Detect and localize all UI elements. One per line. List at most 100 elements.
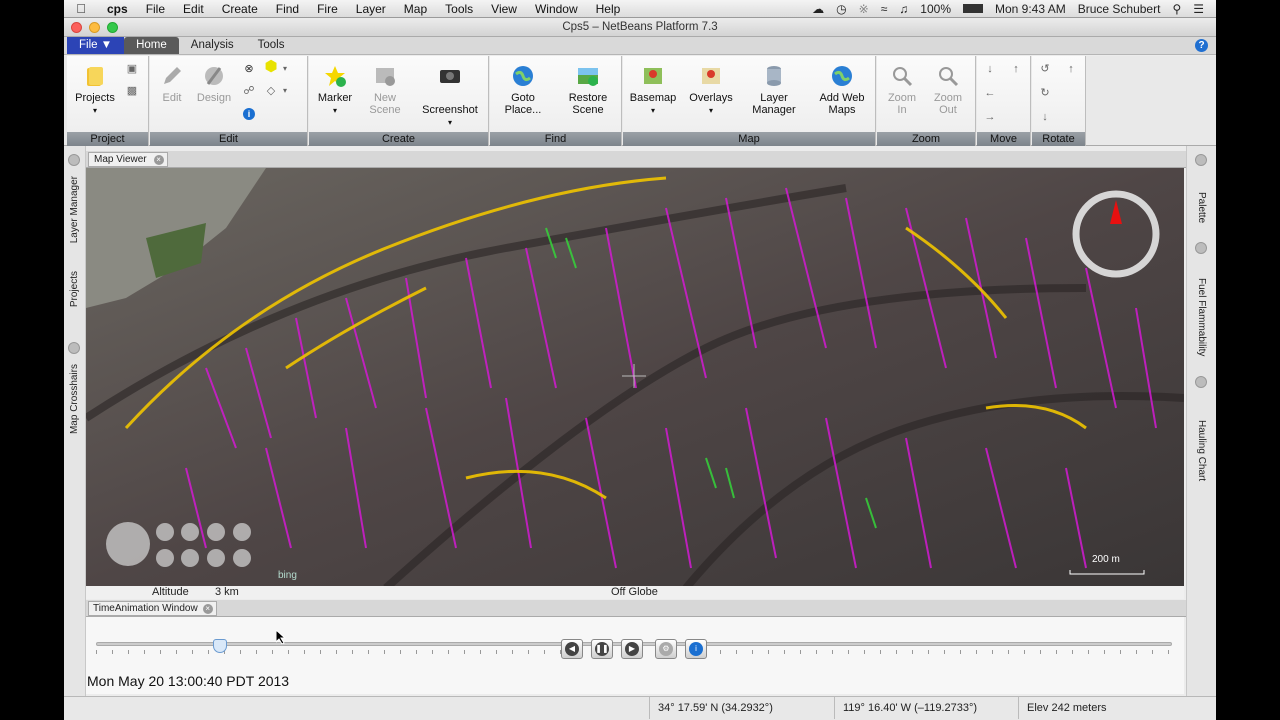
new-scene-label-1: New [373, 92, 396, 104]
rotate-ccw-icon[interactable]: ↺ [1038, 62, 1052, 76]
menu-file[interactable]: File [137, 2, 174, 16]
tab-map-viewer[interactable]: Map Viewer × [88, 152, 168, 167]
tab-analysis[interactable]: Analysis [179, 37, 246, 54]
outline-dropdown-icon[interactable]: ▾ [278, 84, 292, 98]
tab-tools[interactable]: Tools [246, 37, 297, 54]
menu-view[interactable]: View [482, 2, 526, 16]
bluetooth-icon[interactable]: ※ [859, 2, 869, 16]
slider-thumb[interactable] [212, 639, 227, 653]
settings-button[interactable]: ⚙ [655, 639, 677, 659]
spotlight-search-icon[interactable]: ⚲ [1172, 2, 1181, 16]
move-down-arrow-icon[interactable]: ↓ [983, 62, 997, 76]
menu-fire[interactable]: Fire [308, 2, 347, 16]
palette-rail-label: Palette [1196, 192, 1207, 224]
hauling-chart-rail-tab[interactable]: Hauling Chart [1196, 420, 1207, 481]
apple-menu-icon[interactable]:  [64, 1, 98, 16]
altitude-value: 3 km [215, 586, 239, 598]
ribbon-group-map: Basemap ▾ Overlays ▾ Layer Manager Add Web M… [623, 56, 876, 146]
overlays-button[interactable]: Overlays ▾ [685, 64, 737, 117]
tilt-down-icon[interactable]: ↓ [1038, 110, 1052, 124]
menu-window[interactable]: Window [526, 2, 587, 16]
shape-dropdown-icon[interactable]: ▾ [278, 62, 292, 76]
palette-rail-tab[interactable]: Palette [1196, 192, 1207, 223]
step-forward-button[interactable]: ▶ [621, 639, 643, 659]
rail-minimize-icon-5[interactable] [1195, 376, 1207, 388]
notification-center-icon[interactable]: ☰ [1193, 2, 1204, 16]
menu-tools[interactable]: Tools [436, 2, 482, 16]
save-all-icon[interactable]: ▩ [125, 84, 139, 98]
menu-help[interactable]: Help [587, 2, 630, 16]
menubar-clock[interactable]: Mon 9:43 AM [995, 2, 1066, 16]
save-icon[interactable]: ▣ [125, 62, 139, 76]
ribbon-group-move-label: Move [977, 132, 1030, 146]
layer-manager-rail-tab[interactable]: Layer Manager [69, 176, 80, 243]
rail-minimize-icon-3[interactable] [1195, 154, 1207, 166]
close-window-button[interactable] [71, 22, 82, 33]
map-viewer[interactable]: 200 m bing [86, 168, 1184, 586]
step-back-button[interactable]: ◀ [561, 639, 583, 659]
layer-manager-button[interactable]: Layer Manager [747, 64, 801, 116]
basemap-label: Basemap [629, 92, 677, 104]
projects-button[interactable]: Projects ▾ [71, 64, 119, 117]
yellow-shape-icon[interactable]: ⬢ [264, 59, 278, 74]
rail-minimize-icon-4[interactable] [1195, 242, 1207, 254]
menu-edit[interactable]: Edit [174, 2, 213, 16]
web-globe-icon [832, 66, 852, 86]
app-menu[interactable]: cps [98, 2, 137, 16]
zoom-out-button[interactable]: Zoom Out [925, 64, 971, 116]
time-machine-icon[interactable]: ◷ [836, 2, 846, 16]
lock-icon[interactable]: ☍ [242, 84, 256, 98]
screenshot-button[interactable]: Screenshot ▾ [417, 64, 483, 129]
fuel-flammability-rail-tab[interactable]: Fuel Flammability [1196, 278, 1207, 356]
basemap-button[interactable]: Basemap ▾ [627, 64, 679, 117]
rail-minimize-icon[interactable] [68, 154, 80, 166]
battery-percent[interactable]: 100% [920, 2, 951, 16]
system-menubar:  cps File Edit Create Find Fire Layer M… [64, 0, 1216, 18]
ribbon-group-map-label: Map [623, 132, 875, 146]
new-scene-button[interactable]: New Scene [363, 64, 407, 116]
edit-button[interactable]: Edit [154, 64, 190, 104]
map-crosshairs-rail-tab[interactable]: Map Crosshairs [69, 364, 80, 434]
menu-find[interactable]: Find [267, 2, 308, 16]
status-longitude: 119° 16.40' W (–119.2733°) [834, 697, 1014, 719]
pause-button[interactable]: ❚❚ [591, 639, 613, 659]
restore-scene-button[interactable]: Restore Scene [558, 64, 618, 116]
volume-icon[interactable]: ♫ [899, 2, 908, 16]
ribbon-group-create: Marker ▾ New Scene Screenshot ▾ Create [309, 56, 489, 146]
minimize-window-button[interactable] [89, 22, 100, 33]
cloud-icon[interactable]: ☁ [812, 2, 824, 16]
close-tab-icon-2[interactable]: × [202, 604, 213, 614]
info-button[interactable]: i [685, 639, 707, 659]
projects-rail-tab[interactable]: Projects [69, 271, 80, 307]
tab-file[interactable]: File ▼ [67, 37, 125, 54]
tab-home[interactable]: Home [124, 37, 179, 54]
design-button[interactable]: Design [194, 64, 234, 104]
tab-time-animation[interactable]: TimeAnimation Window × [88, 601, 217, 616]
goto-place-button[interactable]: Goto Place... [494, 64, 552, 116]
move-right-arrow-icon[interactable]: → [983, 110, 997, 124]
zoom-in-button[interactable]: Zoom In [879, 64, 925, 116]
globe-status: Off Globe [611, 586, 658, 598]
menu-create[interactable]: Create [213, 2, 267, 16]
terrain-map[interactable] [86, 168, 1184, 586]
marker-button[interactable]: Marker ▾ [313, 64, 357, 117]
info-icon[interactable]: i [243, 108, 255, 120]
move-up-arrow-icon[interactable]: ↑ [1009, 62, 1023, 76]
battery-icon[interactable] [963, 4, 983, 13]
move-left-arrow-icon[interactable]: ← [983, 86, 997, 100]
ribbon-group-create-label: Create [309, 132, 488, 146]
help-icon[interactable]: ? [1195, 39, 1208, 52]
delete-icon[interactable]: ⊗ [242, 62, 256, 76]
layer-manager-label-1: Layer [760, 92, 788, 104]
menubar-user[interactable]: Bruce Schubert [1078, 2, 1161, 16]
menu-map[interactable]: Map [395, 2, 436, 16]
add-web-maps-button[interactable]: Add Web Maps [813, 64, 871, 116]
tilt-up-icon[interactable]: ↑ [1064, 62, 1078, 76]
rotate-cw-icon[interactable]: ↻ [1038, 86, 1052, 100]
zoom-window-button[interactable] [107, 22, 118, 33]
outline-shape-icon[interactable]: ◇ [264, 84, 278, 98]
rail-minimize-icon-2[interactable] [68, 342, 80, 354]
menu-layer[interactable]: Layer [347, 2, 395, 16]
wifi-icon[interactable]: ≈ [881, 2, 888, 16]
close-tab-icon[interactable]: × [153, 155, 164, 165]
